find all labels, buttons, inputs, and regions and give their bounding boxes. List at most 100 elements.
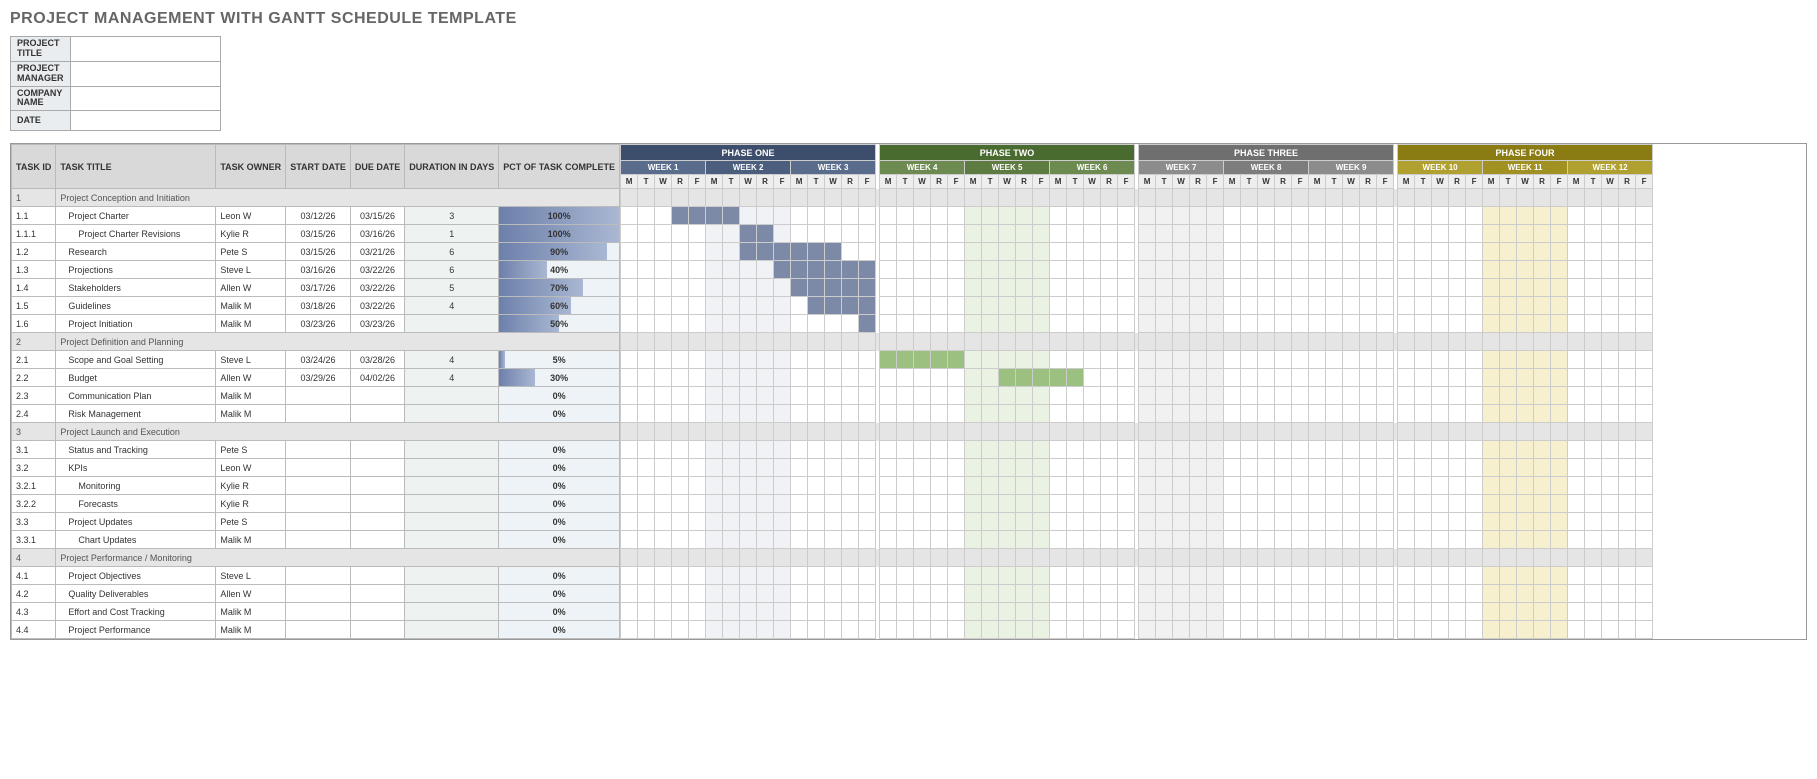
gantt-cell — [1258, 513, 1275, 531]
gantt-cell — [723, 423, 740, 441]
gantt-cell — [825, 585, 842, 603]
gantt-cell — [1343, 531, 1360, 549]
day-header: W — [1517, 175, 1534, 189]
gantt-cell — [655, 423, 672, 441]
gantt-cell — [1190, 459, 1207, 477]
gantt-cell — [1050, 405, 1067, 423]
gantt-cell — [1636, 603, 1653, 621]
gantt-cell — [1343, 441, 1360, 459]
gantt-cell — [1067, 207, 1084, 225]
task-title: Effort and Cost Tracking — [56, 603, 216, 621]
gantt-cell — [1360, 621, 1377, 639]
gantt-cell — [1636, 387, 1653, 405]
gantt-cell — [1398, 225, 1415, 243]
gantt-cell — [931, 351, 948, 369]
gantt-cell — [1207, 189, 1224, 207]
gantt-cell — [965, 351, 982, 369]
gantt-cell — [1118, 297, 1135, 315]
gantt-cell — [1326, 585, 1343, 603]
gantt-cell — [880, 531, 897, 549]
task-pct: 30% — [499, 369, 620, 387]
gantt-cell — [723, 567, 740, 585]
gantt-cell — [1517, 387, 1534, 405]
gantt-cell — [982, 531, 999, 549]
gantt-cell — [723, 387, 740, 405]
gantt-cell — [1466, 261, 1483, 279]
gantt-cell — [1377, 207, 1394, 225]
gantt-cell — [723, 441, 740, 459]
meta-value[interactable] — [70, 37, 220, 62]
gantt-cell — [1602, 441, 1619, 459]
gantt-cell — [1190, 351, 1207, 369]
task-title: Chart Updates — [56, 531, 216, 549]
gantt-cell — [1156, 585, 1173, 603]
col-header-task_id: TASK ID — [12, 145, 56, 189]
gantt-cell — [1360, 531, 1377, 549]
day-header: M — [1483, 175, 1500, 189]
gantt-cell — [897, 603, 914, 621]
gantt-cell — [965, 549, 982, 567]
gantt-cell — [1084, 279, 1101, 297]
gantt-cell — [982, 315, 999, 333]
gantt-cell — [880, 477, 897, 495]
gantt-cell — [1207, 297, 1224, 315]
gantt-cell — [757, 585, 774, 603]
gantt-cell — [1258, 549, 1275, 567]
gantt-cell — [1016, 603, 1033, 621]
gantt-cell — [1084, 225, 1101, 243]
day-header: M — [1568, 175, 1585, 189]
gantt-cell — [740, 387, 757, 405]
gantt-cell — [740, 315, 757, 333]
gantt-cell — [1377, 279, 1394, 297]
gantt-cell — [1415, 189, 1432, 207]
gantt-cell — [1101, 405, 1118, 423]
gantt-cell — [808, 315, 825, 333]
gantt-cell — [1432, 243, 1449, 261]
gantt-cell — [1173, 297, 1190, 315]
gantt-cell — [1241, 441, 1258, 459]
day-header: T — [982, 175, 999, 189]
gantt-cell — [1619, 243, 1636, 261]
task-owner: Malik M — [216, 387, 286, 405]
meta-value[interactable] — [70, 86, 220, 111]
gantt-cell — [1067, 441, 1084, 459]
gantt-cell — [1084, 207, 1101, 225]
task-id: 1.5 — [12, 297, 56, 315]
gantt-cell — [914, 423, 931, 441]
gantt-cell — [1360, 495, 1377, 513]
task-title: Project Conception and Initiation — [56, 189, 620, 207]
gantt-cell — [689, 549, 706, 567]
gantt-cell — [842, 297, 859, 315]
gantt-cell — [948, 441, 965, 459]
gantt-cell — [859, 243, 876, 261]
gantt-cell — [1016, 531, 1033, 549]
gantt-cell — [1207, 513, 1224, 531]
gantt-cell — [1173, 189, 1190, 207]
meta-value[interactable] — [70, 111, 220, 131]
gantt-cell — [880, 333, 897, 351]
gantt-cell — [1156, 279, 1173, 297]
gantt-cell — [1101, 495, 1118, 513]
gantt-cell — [638, 243, 655, 261]
gantt-cell — [1449, 441, 1466, 459]
gantt-cell — [1398, 549, 1415, 567]
gantt-cell — [1500, 189, 1517, 207]
task-id: 4 — [12, 549, 56, 567]
phase-header: PHASE ONE — [621, 145, 876, 161]
gantt-cell — [914, 549, 931, 567]
task-duration — [405, 459, 499, 477]
gantt-cell — [655, 513, 672, 531]
gantt-cell — [1292, 531, 1309, 549]
gantt-cell — [1551, 405, 1568, 423]
meta-value[interactable] — [70, 61, 220, 86]
gantt-cell — [859, 261, 876, 279]
gantt-cell — [1500, 351, 1517, 369]
gantt-cell — [1636, 513, 1653, 531]
gantt-cell — [672, 567, 689, 585]
gantt-cell — [1067, 495, 1084, 513]
gantt-cell — [1050, 189, 1067, 207]
gantt-cell — [1377, 441, 1394, 459]
phase-header: PHASE THREE — [1139, 145, 1394, 161]
gantt-cell — [1415, 603, 1432, 621]
gantt-cell — [880, 387, 897, 405]
